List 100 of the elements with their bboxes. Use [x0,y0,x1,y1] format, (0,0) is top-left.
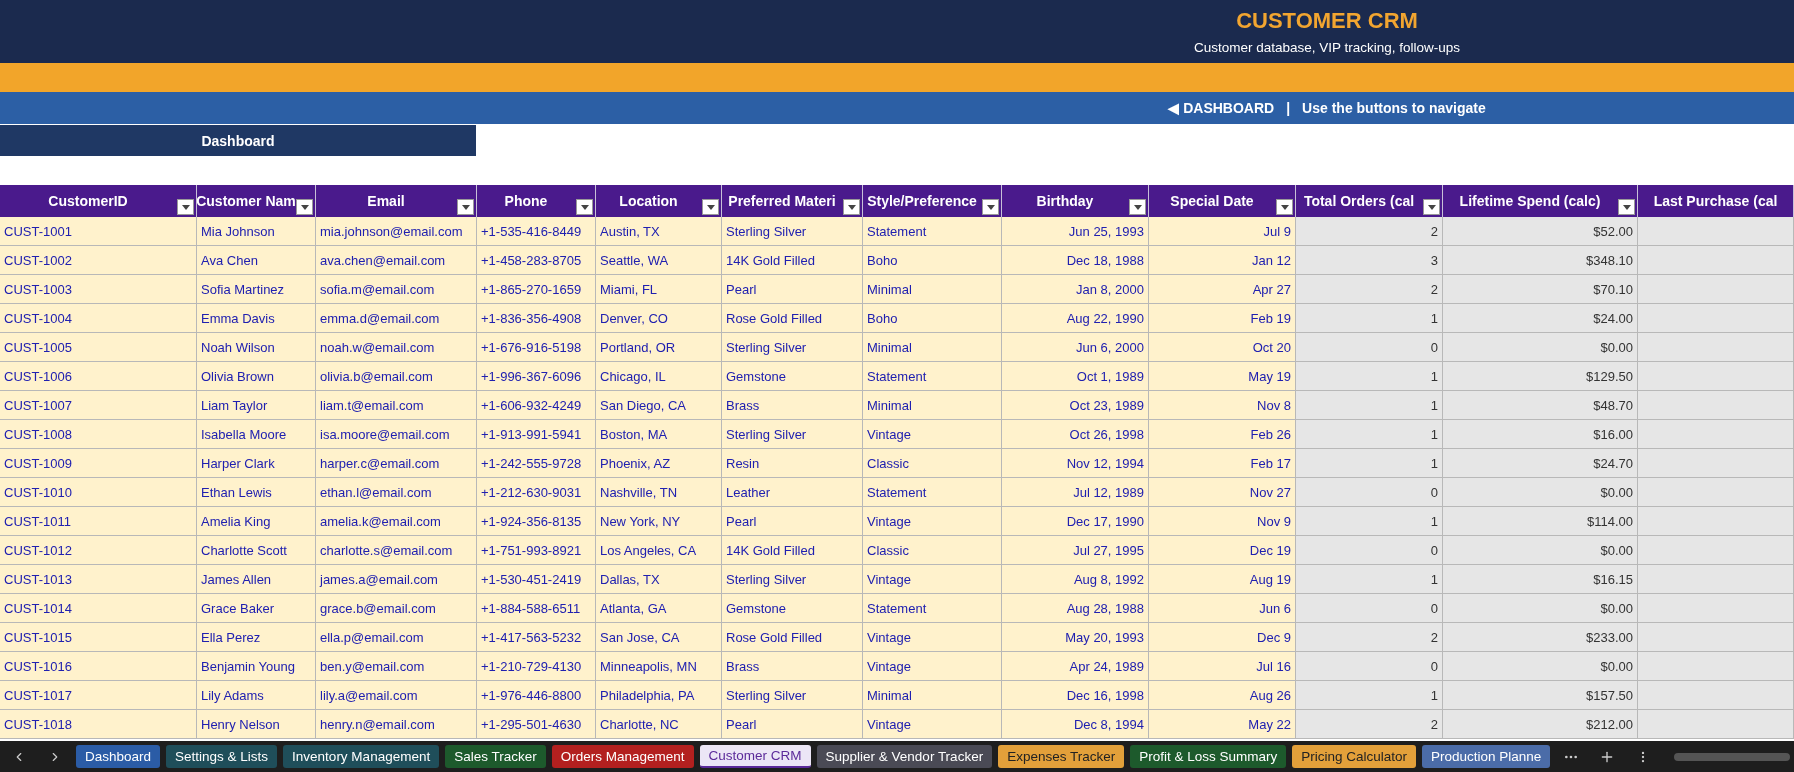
table-cell: Portland, OR [596,333,722,362]
dashboard-link[interactable]: ◀ DASHBOARD [1168,100,1275,116]
table-cell: 1 [1296,362,1443,391]
dropdown-arrow-icon [580,204,589,210]
dropdown-arrow-icon [461,204,470,210]
filter-button[interactable] [457,199,474,215]
dashboard-button[interactable]: Dashboard [0,124,476,156]
table-cell: Phoenix, AZ [596,449,722,478]
table-cell: CUST-1014 [0,594,197,623]
table-cell: Oct 23, 1989 [1002,391,1149,420]
table-cell: noah.w@email.com [316,333,477,362]
sheet-tab[interactable]: Orders Management [551,745,694,768]
filter-button[interactable] [296,199,313,215]
column-header-label: Lifetime Spend (calc) [1459,193,1601,209]
table-cell: +1-458-283-8705 [477,246,596,275]
table-cell: Jan 8, 2000 [1002,275,1149,304]
table-cell: Oct 26, 1998 [1002,420,1149,449]
sheet-tab[interactable]: Profit & Loss Summary [1130,745,1287,768]
table-cell: 0 [1296,478,1443,507]
table-cell: Philadelphia, PA [596,681,722,710]
table-cell: 2 [1296,623,1443,652]
table-cell: Aug 22, 1990 [1002,304,1149,333]
table-cell: Pearl [722,507,863,536]
sheet-tab[interactable]: Production Planne [1422,745,1551,768]
sheet-tab[interactable]: Supplier & Vendor Tracker [816,745,993,768]
filter-button[interactable] [1423,199,1440,215]
sheet-tab[interactable]: Settings & Lists [166,745,278,768]
sheet-tab[interactable]: Pricing Calculator [1292,745,1417,768]
table-cell: Gemstone [722,362,863,391]
table-cell: +1-242-555-9728 [477,449,596,478]
table-cell: Leather [722,478,863,507]
table-cell: Sterling Silver [722,420,863,449]
separator: | [1286,100,1291,116]
table-cell: Oct 20 [1149,333,1296,362]
table-cell: CUST-1009 [0,449,197,478]
table-cell: Jul 16 [1149,652,1296,681]
table-cell: Dec 19 [1149,536,1296,565]
filter-button[interactable] [576,199,593,215]
table-cell: +1-836-356-4908 [477,304,596,333]
table-cell: $70.10 [1443,275,1638,304]
filter-button[interactable] [1276,199,1293,215]
table-cell: $16.00 [1443,420,1638,449]
table-cell: CUST-1017 [0,681,197,710]
filter-button[interactable] [1618,199,1635,215]
table-cell: 1 [1296,565,1443,594]
table-cell: $48.70 [1443,391,1638,420]
dropdown-arrow-icon [300,204,309,210]
table-cell: Minimal [863,681,1002,710]
table-cell: Aug 26 [1149,681,1296,710]
table-cell: Ella Perez [197,623,316,652]
table-cell: Liam Taylor [197,391,316,420]
column-header-label: Customer Nam [197,193,296,209]
table-cell: 0 [1296,536,1443,565]
table-cell: Sterling Silver [722,681,863,710]
table-cell: 1 [1296,420,1443,449]
table-cell: 2 [1296,710,1443,739]
table-cell: CUST-1007 [0,391,197,420]
table-cell: Dec 18, 1988 [1002,246,1149,275]
table-cell: Lily Adams [197,681,316,710]
table-cell: CUST-1010 [0,478,197,507]
column-header-label: Special Date [1170,193,1254,209]
table-cell: Aug 8, 1992 [1002,565,1149,594]
table-cell: Ethan Lewis [197,478,316,507]
sheet-tab[interactable]: Inventory Management [283,745,440,768]
table-cell: $129.50 [1443,362,1638,391]
table-cell: CUST-1005 [0,333,197,362]
table-cell: Los Angeles, CA [596,536,722,565]
table-cell: Sterling Silver [722,565,863,594]
table-cell: Vintage [863,420,1002,449]
table-cell: Nov 12, 1994 [1002,449,1149,478]
table-cell: +1-535-416-8449 [477,217,596,246]
column-header-label: Preferred Materi [728,193,836,209]
table-cell: CUST-1002 [0,246,197,275]
table-cell: Nov 9 [1149,507,1296,536]
sheet-tab[interactable]: Sales Tracker [445,745,546,768]
sheet-tab[interactable]: Expenses Tracker [998,745,1125,768]
filter-button[interactable] [982,199,999,215]
table-cell: CUST-1008 [0,420,197,449]
table-cell: lily.a@email.com [316,681,477,710]
table-cell: Olivia Brown [197,362,316,391]
table-cell: +1-606-932-4249 [477,391,596,420]
sheet-tab[interactable]: Customer CRM [699,745,811,768]
dropdown-arrow-icon [1280,204,1289,210]
filter-button[interactable] [177,199,194,215]
nav-hint: Use the buttons to navigate [1302,100,1486,116]
table-cell: Aug 19 [1149,565,1296,594]
scrollbar[interactable] [1674,752,1790,761]
filter-button[interactable] [1129,199,1146,215]
table-cell: ben.y@email.com [316,652,477,681]
page-title: CUSTOMER CRM [1236,8,1418,34]
table-cell: +1-976-446-8800 [477,681,596,710]
table-cell: liam.t@email.com [316,391,477,420]
table-cell: $0.00 [1443,536,1638,565]
filter-button[interactable] [843,199,860,215]
table-cell: 14K Gold Filled [722,246,863,275]
table-cell: Classic [863,449,1002,478]
sheet-tab[interactable]: Dashboard [76,745,161,768]
table-cell: 1 [1296,681,1443,710]
table-cell: Sofia Martinez [197,275,316,304]
filter-button[interactable] [702,199,719,215]
